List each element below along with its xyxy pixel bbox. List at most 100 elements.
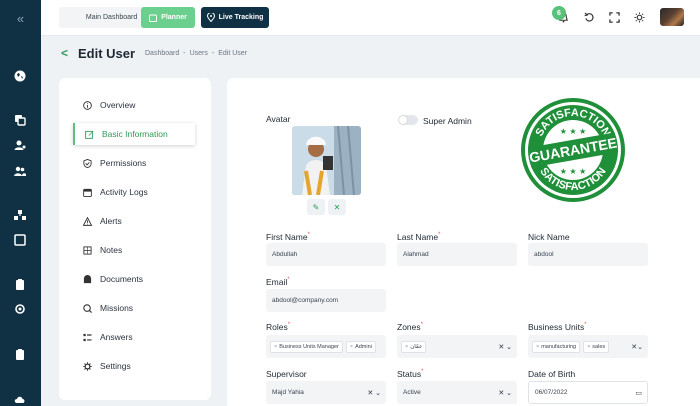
- svg-text:★ ★ ★: ★ ★ ★: [560, 127, 587, 136]
- status-label: Status*: [397, 369, 424, 379]
- date-of-birth-label: Date of Birth: [528, 369, 576, 379]
- zones-multiselect[interactable]: × عمّان ✕ ⌄: [397, 335, 517, 358]
- theme-sun-icon[interactable]: [632, 10, 646, 24]
- copy-icon[interactable]: [11, 111, 29, 129]
- zone-chip[interactable]: × عمّان: [401, 340, 427, 353]
- date-of-birth-input[interactable]: 06/07/2022 ▭: [528, 381, 648, 404]
- roles-label: Roles*: [266, 322, 291, 332]
- email-label: Email*: [266, 277, 290, 287]
- first-name-input[interactable]: Abdullah: [266, 243, 386, 266]
- gear-icon: [83, 361, 92, 371]
- breadcrumb-current: Edit User: [218, 50, 248, 57]
- planner-label: Planner: [161, 14, 187, 21]
- breadcrumb-separator: -: [183, 50, 186, 57]
- business-units-multiselect[interactable]: × manufacturing × sales ✕⌄: [528, 335, 648, 358]
- calendar-icon: [149, 14, 158, 22]
- menu-item-label: Notes: [100, 245, 123, 255]
- live-tracking-label: Live Tracking: [218, 14, 264, 21]
- location-pin-icon: [206, 13, 215, 22]
- menu-item-label: Alerts: [100, 216, 122, 226]
- breadcrumb-users[interactable]: Users: [190, 50, 208, 57]
- menu-item-label: Permissions: [100, 158, 147, 168]
- business-units-label: Business Units*: [528, 322, 587, 332]
- clear-chevron-icon[interactable]: ✕ ⌄: [498, 343, 512, 351]
- document-icon: [83, 274, 92, 283]
- refresh-icon[interactable]: [582, 10, 596, 24]
- breadcrumb-separator: -: [211, 50, 215, 57]
- menu-item-documents[interactable]: Documents: [73, 268, 195, 290]
- shield-icon: [83, 158, 92, 168]
- breadcrumb-dashboard[interactable]: Dashboard: [145, 50, 179, 57]
- clipboard-icon[interactable]: [11, 275, 29, 293]
- clear-chevron-icon[interactable]: ✕ ⌄: [367, 389, 381, 397]
- users-icon[interactable]: [11, 162, 29, 180]
- status-select[interactable]: Active ✕ ⌄: [397, 381, 517, 404]
- list-icon: [83, 333, 92, 341]
- menu-item-label: Documents: [100, 274, 143, 284]
- avatar-photo: [292, 126, 361, 195]
- supervisor-label: Supervisor: [266, 369, 307, 379]
- cloud-icon[interactable]: [11, 390, 29, 406]
- menu-item-answers[interactable]: Answers: [73, 326, 195, 348]
- email-input[interactable]: abdool@company.com: [266, 289, 386, 312]
- dashboard-select-value: Main Dashboard: [85, 14, 138, 21]
- remove-avatar-button[interactable]: ✕: [328, 199, 346, 215]
- avatar-label: Avatar: [266, 114, 291, 124]
- business-unit-chip[interactable]: × manufacturing: [532, 340, 581, 353]
- super-admin-label: Super Admin: [423, 116, 472, 126]
- super-admin-toggle[interactable]: [398, 115, 418, 125]
- menu-item-label: Missions: [100, 303, 134, 313]
- fullscreen-icon[interactable]: [607, 10, 621, 24]
- menu-item-notes[interactable]: Notes: [73, 239, 195, 261]
- menu-item-missions[interactable]: Missions: [73, 297, 195, 319]
- supervisor-select[interactable]: Majd Yahia ✕ ⌄: [266, 381, 386, 404]
- edit-avatar-button[interactable]: ✎: [307, 199, 325, 215]
- edit-icon: [85, 130, 94, 139]
- back-arrow-icon[interactable]: <: [61, 46, 68, 60]
- clear-chevron-icon[interactable]: ✕⌄: [631, 343, 643, 351]
- first-name-label: First Name*: [266, 232, 310, 242]
- roles-multiselect[interactable]: × Business Units Manager × Admini: [266, 335, 386, 358]
- zones-label: Zones*: [397, 322, 423, 332]
- menu-item-label: Overview: [100, 100, 136, 110]
- frame-icon[interactable]: [11, 231, 29, 249]
- menu-item-activity-logs[interactable]: Activity Logs: [73, 181, 195, 203]
- chip-remove-icon: ×: [274, 343, 278, 350]
- menu-item-overview[interactable]: Overview: [73, 94, 195, 116]
- menu-item-permissions[interactable]: Permissions: [73, 152, 195, 174]
- mission-icon: [83, 303, 92, 313]
- last-name-input[interactable]: Alahmad: [397, 243, 517, 266]
- user-avatar[interactable]: [660, 8, 684, 26]
- live-tracking-button[interactable]: Live Tracking: [201, 7, 269, 28]
- sidebar: «: [0, 0, 41, 406]
- satisfaction-guarantee-seal: SATISFACTION SATISFACTION GUARANTEE ★ ★ …: [521, 98, 625, 202]
- nick-name-input[interactable]: abdool: [528, 243, 648, 266]
- business-unit-chip[interactable]: × sales: [583, 340, 610, 353]
- warning-icon: [83, 216, 92, 226]
- report-icon[interactable]: [11, 345, 29, 363]
- close-icon: ✕: [333, 202, 341, 212]
- clear-chevron-icon[interactable]: ✕ ⌄: [498, 389, 512, 397]
- planner-button[interactable]: Planner: [141, 7, 195, 28]
- chip-remove-icon: ×: [536, 343, 540, 350]
- calendar-icon: [83, 188, 92, 197]
- svg-text:★ ★ ★: ★ ★ ★: [560, 167, 587, 176]
- role-chip[interactable]: × Admini: [345, 340, 376, 353]
- chip-remove-icon: ×: [405, 343, 409, 350]
- calendar-icon[interactable]: ▭: [635, 389, 642, 397]
- user-settings-icon[interactable]: [11, 136, 29, 154]
- menu-item-alerts[interactable]: Alerts: [73, 210, 195, 232]
- menu-item-label: Settings: [100, 361, 131, 371]
- collapse-sidebar-icon[interactable]: «: [0, 0, 41, 36]
- menu-item-basic-information[interactable]: Basic Information: [73, 123, 195, 145]
- menu-item-label: Activity Logs: [100, 187, 148, 197]
- menu-item-label: Answers: [100, 332, 133, 342]
- target-icon[interactable]: [11, 300, 29, 318]
- network-icon[interactable]: [11, 206, 29, 224]
- last-name-label: Last Name*: [397, 232, 441, 242]
- menu-item-label: Basic Information: [102, 129, 168, 139]
- menu-item-settings[interactable]: Settings: [73, 355, 195, 377]
- role-chip[interactable]: × Business Units Manager: [270, 340, 343, 353]
- globe-icon[interactable]: [11, 67, 29, 85]
- user-section-menu: Overview Basic Information Permissions A…: [59, 78, 211, 400]
